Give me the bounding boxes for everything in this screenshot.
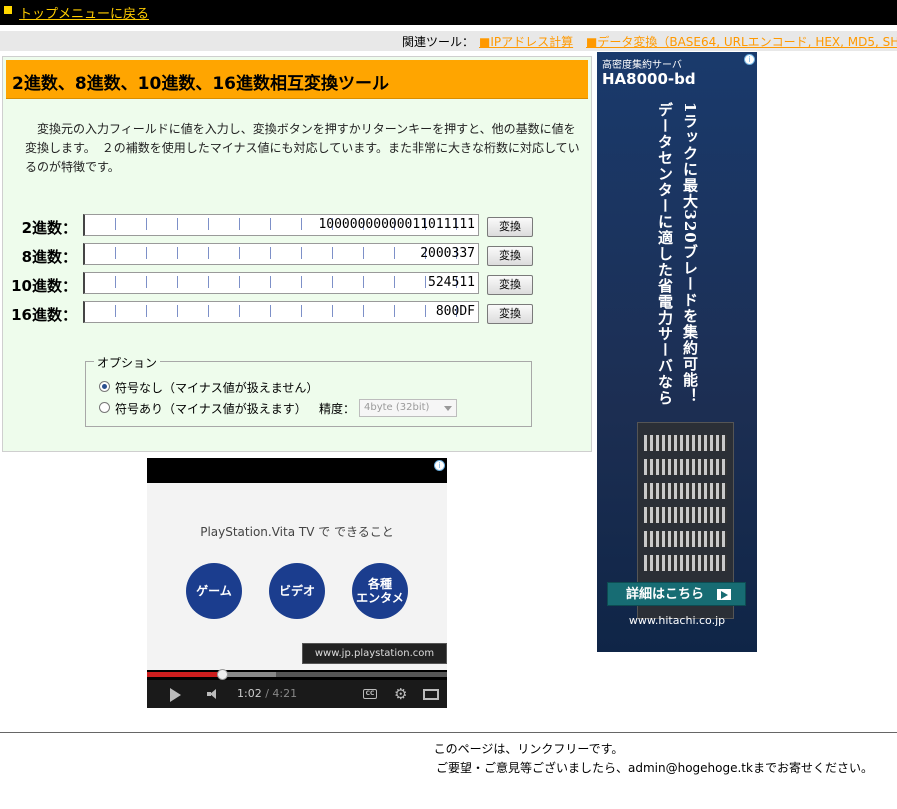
signed-label[interactable]: 符号あり（マイナス値が扱えます） — [115, 400, 307, 417]
decimal-convert-button[interactable]: 変換 — [487, 275, 533, 295]
binary-input[interactable]: 10000000000011011111 — [83, 214, 479, 236]
signed-radio[interactable] — [99, 402, 110, 413]
tool-description: 変換元の入力フィールドに値を入力し、変換ボタンを押すかリターンキーを押すと、他の… — [25, 122, 580, 174]
page-title: 2進数、8進数、10進数、16進数相互変換ツール — [12, 74, 389, 94]
play-icon[interactable] — [170, 688, 181, 702]
hex-row: 16進数： 800DF 変換 — [3, 301, 593, 325]
ip-calc-link[interactable]: ■IPアドレス計算 — [479, 33, 573, 50]
ad-headline-1: 1ラックに最大320ブレードを集約可能！ — [681, 102, 699, 404]
top-nav-bar: トップメニューに戻る — [0, 0, 897, 25]
square-bullet-icon — [4, 6, 12, 14]
captions-icon[interactable]: CC — [363, 689, 377, 699]
top-menu-link[interactable]: トップメニューに戻る — [19, 3, 149, 22]
binary-label: 2進数： — [21, 219, 77, 237]
decimal-input[interactable]: 524511 — [83, 272, 479, 294]
ad-url: www.hitachi.co.jp — [628, 614, 726, 627]
ad-details-label: 詳細はこちら — [626, 587, 705, 602]
hex-label: 16進数： — [11, 306, 77, 324]
video-title: PlayStation.Vita TV で できること — [200, 525, 394, 539]
converter-panel: 2進数、8進数、10進数、16進数相互変換ツール 変換元の入力フィールドに値を入… — [2, 56, 592, 452]
octal-label: 8進数： — [21, 248, 77, 266]
unsigned-label[interactable]: 符号なし（マイナス値が扱えません） — [115, 379, 318, 396]
video-screen[interactable]: PlayStation.Vita TV で できること ゲーム ビデオ 各種 エ… — [147, 483, 447, 670]
decimal-row: 10進数： 524511 変換 — [3, 272, 593, 296]
video-progress-bar[interactable] — [147, 672, 447, 677]
ad-details-button[interactable]: 詳細はこちら — [607, 582, 746, 606]
panel-header: 2進数、8進数、10進数、16進数相互変換ツール — [6, 60, 588, 99]
ad-headline-2: データセンターに適した省電力サーバなら — [656, 102, 674, 406]
video-bubble: ビデオ — [269, 563, 325, 619]
unsigned-radio[interactable] — [99, 381, 110, 392]
octal-convert-button[interactable]: 変換 — [487, 246, 533, 266]
video-time-current: 1:02 — [237, 687, 262, 700]
chevron-down-icon — [444, 406, 452, 411]
precision-label: 精度： — [319, 402, 356, 416]
game-bubble: ゲーム — [186, 563, 242, 619]
related-tools-label: 関連ツール： — [402, 35, 475, 49]
play-icon — [717, 589, 731, 600]
fullscreen-icon[interactable] — [423, 689, 439, 700]
video-url-overlay[interactable]: www.jp.playstation.com — [302, 643, 447, 664]
hex-input[interactable]: 800DF — [83, 301, 479, 323]
hex-convert-button[interactable]: 変換 — [487, 304, 533, 324]
video-time-total: / 4:21 — [261, 687, 298, 700]
decimal-label: 10進数： — [11, 277, 77, 295]
hitachi-banner-ad[interactable]: i 高密度集約サーバ HA8000-bd 1ラックに最大320ブレードを集約可能… — [597, 52, 757, 652]
options-legend: オプション — [94, 354, 161, 371]
entertainment-bubble-label: 各種 エンタメ — [356, 577, 404, 605]
data-convert-link[interactable]: ■データ変換（BASE64, URLエンコード, HEX, MD5, SH — [586, 33, 897, 50]
footer-divider — [0, 732, 897, 733]
octal-row: 8進数： 2000337 変換 — [3, 243, 593, 267]
precision-select[interactable]: 4byte (32bit) — [359, 399, 457, 417]
entertainment-bubble: 各種 エンタメ — [352, 563, 408, 619]
footer-line-1: このページは、リンクフリーです。 — [433, 742, 624, 756]
volume-icon[interactable] — [207, 689, 219, 699]
gear-icon[interactable]: ⚙ — [394, 686, 407, 702]
ad-subtitle: 高密度集約サーバ — [602, 60, 682, 71]
footer-line-2: ご要望・ご意見等ございましたら、admin@hogehoge.tkまでお寄せくだ… — [436, 761, 873, 775]
ad-info-icon[interactable]: i — [744, 54, 755, 65]
video-scrubber-handle[interactable] — [217, 669, 228, 680]
video-controls: 1:02 / 4:21 CC ⚙ — [147, 680, 447, 708]
video-time: 1:02 / 4:21 — [237, 687, 297, 700]
binary-row: 2進数： 10000000000011011111 変換 — [3, 214, 593, 238]
octal-input[interactable]: 2000337 — [83, 243, 479, 265]
video-played-fill — [147, 672, 222, 677]
binary-convert-button[interactable]: 変換 — [487, 217, 533, 237]
ad-brand: HA8000-bd — [602, 70, 696, 88]
video-ad[interactable]: i PlayStation.Vita TV で できること ゲーム ビデオ 各種… — [147, 458, 447, 708]
related-tools-bar: 関連ツール： ■IPアドレス計算 ■データ変換（BASE64, URLエンコード… — [0, 31, 897, 51]
ad-info-icon[interactable]: i — [434, 460, 445, 471]
precision-value: 4byte (32bit) — [364, 402, 430, 413]
options-group: オプション 符号なし（マイナス値が扱えません） 符号あり（マイナス値が扱えます）… — [85, 354, 532, 427]
